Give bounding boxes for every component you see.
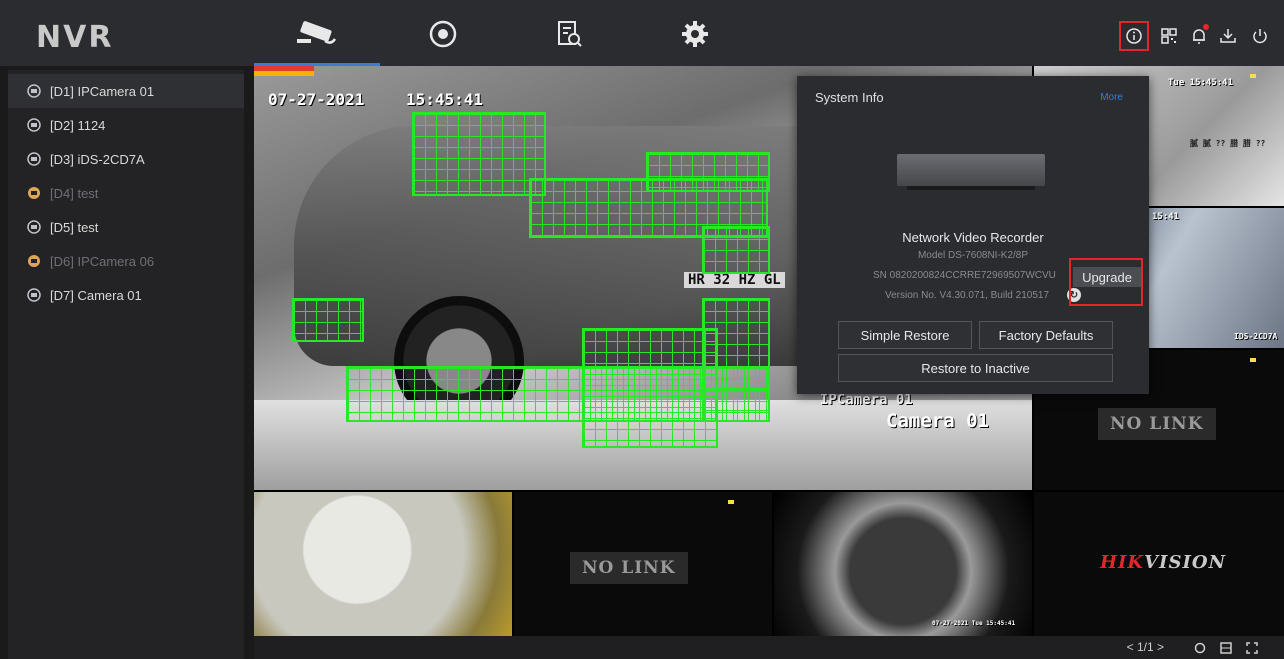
camera-online-icon <box>26 287 42 303</box>
video-tile-empty[interactable]: HIKVISION <box>1034 492 1284 636</box>
camera-item-label: [D2] 1124 <box>50 117 106 133</box>
bell-icon[interactable] <box>1187 24 1211 48</box>
app-logo: NVR <box>36 20 114 55</box>
tab-playback[interactable] <box>380 8 506 60</box>
system-info-popup: System Info More Network Video Recorder … <box>797 76 1149 394</box>
osd-clock: 15:41 <box>1152 212 1180 222</box>
camera-item-label: [D7] Camera 01 <box>50 287 142 303</box>
bottom-bar: < 1/1 > <box>254 636 1284 659</box>
recording-indicator <box>728 500 734 504</box>
no-link-label: NO LINK <box>1098 408 1216 440</box>
simple-restore-button[interactable]: Simple Restore <box>838 321 972 349</box>
video-tile-d7[interactable]: 07-27-2021 Tue 15:45:41 <box>774 492 1032 636</box>
camera-item-d3[interactable]: [D3] iDS-2CD7A <box>8 142 244 176</box>
camera-item-d5[interactable]: [D5] test <box>8 210 244 244</box>
power-icon[interactable] <box>1248 24 1272 48</box>
factory-defaults-button[interactable]: Factory Defaults <box>979 321 1113 349</box>
channel-label: IDS-2CD7A <box>1234 332 1278 341</box>
camera-item-label: [D5] test <box>50 219 99 235</box>
info-icon[interactable] <box>1119 21 1149 51</box>
motion-grid <box>646 152 770 192</box>
camera-offline-icon <box>26 253 42 269</box>
motion-grid <box>582 328 718 448</box>
top-bar: NVR <box>0 0 1284 66</box>
camera-item-d6[interactable]: [D6] IPCamera 06 <box>8 244 244 278</box>
camera-online-icon <box>26 83 42 99</box>
fullscreen-icon[interactable] <box>1244 640 1260 656</box>
motion-grid <box>412 112 546 196</box>
video-tile-d6[interactable]: NO LINK <box>514 492 772 636</box>
page-indicator: 1/1 <box>1136 640 1154 654</box>
channel-name-small: IPCamera 01 <box>820 392 913 408</box>
nvr-device-image <box>897 154 1045 190</box>
upgrade-button[interactable]: Upgrade <box>1073 267 1141 287</box>
camera-item-label: [D4] test <box>50 185 99 201</box>
license-plate: HR 32 HZ GL <box>684 272 785 288</box>
next-page-icon[interactable]: > <box>1157 640 1164 654</box>
restore-inactive-button[interactable]: Restore to Inactive <box>838 354 1113 382</box>
motion-grid <box>702 226 770 274</box>
camera-online-icon <box>26 151 42 167</box>
motion-grid <box>292 298 364 342</box>
osd-clock: Tue 15:45:41 <box>1168 78 1234 88</box>
file-search-icon <box>558 21 582 47</box>
hikvision-logo: HIKVISION <box>1100 552 1227 573</box>
camera-online-icon <box>26 219 42 235</box>
camera-item-label: [D6] IPCamera 06 <box>50 253 155 269</box>
popup-title: System Info <box>815 90 884 105</box>
pager: < 1/1 > <box>1127 640 1164 654</box>
device-name: Network Video Recorder <box>902 230 1044 245</box>
notification-dot <box>1203 24 1209 30</box>
sequence-icon[interactable] <box>1192 640 1208 656</box>
camera-item-d4[interactable]: [D4] test <box>8 176 244 210</box>
osd-clock: 15:45:41 <box>406 90 484 109</box>
more-link[interactable]: More <box>1100 92 1123 103</box>
tab-settings[interactable] <box>632 8 758 60</box>
camera-online-icon <box>26 117 42 133</box>
gear-icon <box>682 21 708 47</box>
tab-search[interactable] <box>506 8 632 60</box>
prev-page-icon[interactable]: < <box>1127 640 1134 654</box>
camera-item-d1[interactable]: [D1] IPCamera 01 <box>8 74 244 108</box>
camera-item-label: [D1] IPCamera 01 <box>50 83 155 99</box>
video-tile-d5[interactable] <box>254 492 512 636</box>
download-icon[interactable] <box>1216 24 1240 48</box>
camera-offline-icon <box>26 185 42 201</box>
playback-icon <box>429 20 457 48</box>
qr-code-icon[interactable] <box>1157 24 1181 48</box>
device-serial: SN 0820200824CCRRE72969507WCVU <box>873 270 1056 281</box>
no-link-label: NO LINK <box>570 552 688 584</box>
tab-live-view[interactable] <box>254 8 380 66</box>
recording-indicator <box>1250 74 1256 78</box>
osd-date: 07-27-2021 <box>268 90 365 109</box>
osd-date: 07-27-2021 Tue 15:45:41 <box>932 620 1016 627</box>
channel-name-large: Camera 01 <box>886 410 989 432</box>
camera-item-d2[interactable]: [D2] 1124 <box>8 108 244 142</box>
camera-icon <box>297 21 337 44</box>
camera-item-d7[interactable]: [D7] Camera 01 <box>8 278 244 312</box>
camera-list: [D1] IPCamera 01 [D2] 1124 [D3] iDS-2CD7… <box>8 70 244 659</box>
flag-stripe <box>254 66 314 76</box>
motion-grid <box>702 298 770 422</box>
camera-item-label: [D3] iDS-2CD7A <box>50 151 145 167</box>
layout-icon[interactable] <box>1218 640 1234 656</box>
overlay-text: 腻 腻 ?? 腊 腊 ?? <box>1190 139 1266 148</box>
device-version: Version No. V4.30.071, Build 210517 <box>885 290 1050 301</box>
recording-indicator <box>1250 358 1256 362</box>
